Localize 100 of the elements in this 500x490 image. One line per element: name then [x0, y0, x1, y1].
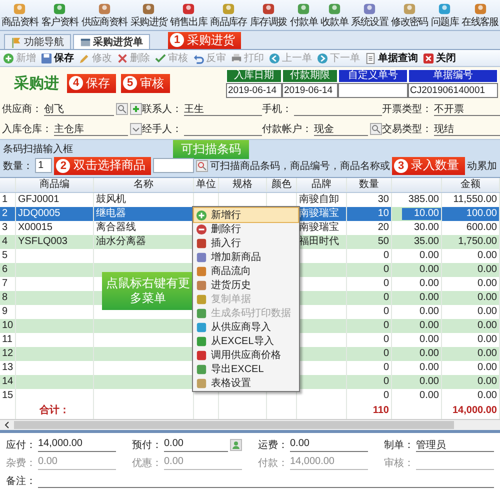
context-menu-item[interactable]: 表格设置	[194, 376, 298, 390]
row-number[interactable]: 6	[0, 263, 16, 277]
check-icon	[155, 52, 166, 64]
row-number[interactable]: 2	[0, 207, 16, 221]
input-field[interactable]: 0.00	[290, 438, 368, 452]
tile-icon	[196, 322, 207, 332]
input-field[interactable]	[338, 82, 408, 98]
menu-bar-item[interactable]: 收款单	[319, 0, 350, 30]
input-field[interactable]: 王生	[184, 102, 262, 116]
context-menu-item[interactable]: 从EXCEL导入	[194, 334, 298, 348]
context-menu-item[interactable]: 新增行	[194, 208, 298, 222]
table-cell: JDQ0005	[16, 207, 94, 221]
tile-icon	[196, 378, 207, 388]
menu-bar-item[interactable]: 商品资料	[0, 0, 40, 30]
field-label: 经手人：	[142, 122, 182, 136]
row-number[interactable]: 15	[0, 389, 16, 403]
context-menu-item[interactable]: 删除行	[194, 222, 298, 236]
input-field[interactable]: 主仓库	[54, 122, 128, 136]
row-number[interactable]: 4	[0, 235, 16, 249]
input-field[interactable]: 0.00	[164, 438, 228, 452]
menu-bar-item[interactable]: 问题库	[429, 0, 460, 30]
section-title: 条码扫描输入框	[3, 142, 73, 156]
menu-bar-item[interactable]: 在线客服	[460, 0, 500, 30]
tile-icon	[196, 294, 207, 304]
toolbar-button[interactable]: 单据查询	[365, 51, 418, 65]
tile-icon	[222, 2, 236, 14]
field-label: 优惠：	[132, 456, 162, 470]
table-cell: 0.00	[442, 375, 500, 389]
callout-text: 审核	[140, 74, 164, 92]
menu-bar-item[interactable]: 修改密码	[390, 0, 430, 30]
menu-bar-item[interactable]: 供应商资料	[80, 0, 129, 30]
tile-icon	[328, 2, 341, 14]
menu-bar-item[interactable]: 库存调拨	[248, 0, 288, 30]
toolbar-button[interactable]: 关闭	[423, 51, 456, 65]
lookup-icon[interactable]	[116, 103, 128, 115]
plus-icon[interactable]	[130, 103, 142, 115]
table-cell: 0.00	[442, 263, 500, 277]
input-field[interactable]: 14,000.00	[38, 438, 116, 452]
price-input[interactable]: 10.00	[402, 208, 441, 220]
cross-icon	[117, 52, 128, 64]
scroll-left-icon[interactable]	[3, 421, 11, 429]
context-menu-item[interactable]: 导出EXCEL	[194, 362, 298, 376]
menu-bar-item[interactable]: 付款单	[288, 0, 319, 30]
tile-icon	[402, 2, 416, 14]
plus-icon	[196, 210, 207, 220]
flag-icon	[11, 36, 22, 48]
input-field[interactable]: 现金	[314, 122, 368, 136]
field-label: 制单：	[384, 438, 414, 452]
tile-icon	[98, 2, 111, 14]
callout-text: 点鼠标右键有更多菜单	[102, 272, 194, 310]
context-menu-item[interactable]: 增加新商品	[194, 250, 298, 264]
context-menu-item[interactable]: 商品流向	[194, 264, 298, 278]
tile-icon	[182, 2, 196, 14]
menu-bar-item[interactable]: 销售出库	[168, 0, 209, 30]
context-menu-item[interactable]: 进货历史	[194, 278, 298, 292]
table-cell: 1,750.00	[442, 235, 500, 249]
person-icon[interactable]	[230, 439, 242, 451]
row-number[interactable]: 10	[0, 319, 16, 333]
column-label: 自定义单号	[338, 68, 408, 82]
row-number[interactable]: 12	[0, 347, 16, 361]
field-label: 运费：	[258, 438, 288, 452]
table-cell: YSFLQ003	[16, 235, 94, 249]
table-cell: 100.00	[442, 207, 500, 221]
context-menu-item[interactable]: 插入行	[194, 236, 298, 250]
column-header: 名称	[94, 178, 194, 192]
hint-text: 可扫描商品条码，商品编号，商品名称或	[210, 160, 390, 172]
input-field[interactable]: CJ201906140001	[408, 82, 498, 98]
table-cell: 50	[347, 235, 392, 249]
search-icon[interactable]	[196, 160, 208, 172]
input-field[interactable]: 创飞	[44, 102, 114, 116]
tab[interactable]: 采购进货单	[73, 34, 150, 49]
field-label: 入库仓库：	[2, 122, 52, 136]
table-cell: 0.00	[442, 319, 500, 333]
context-menu-item[interactable]: 调用供应商价格	[194, 348, 298, 362]
input-field[interactable]: 现结	[434, 122, 500, 136]
quantity-field[interactable]: 1	[35, 158, 52, 173]
column-label: 入库日期	[226, 68, 282, 82]
menu-bar-item[interactable]: 商品库存	[208, 0, 248, 30]
input-field[interactable]: 2019-06-14	[226, 82, 282, 98]
table-cell: 0	[347, 375, 392, 389]
lookup-icon[interactable]	[370, 123, 382, 135]
toolbar-button[interactable]: 保存	[41, 51, 74, 65]
menu-bar-item[interactable]: 客户资料	[40, 0, 80, 30]
input-field[interactable]: 2019-06-14	[282, 82, 338, 98]
table-cell: 0	[347, 347, 392, 361]
menu-bar-item[interactable]: 系统设置	[350, 0, 390, 30]
row-number[interactable]: 14	[0, 375, 16, 389]
table-cell: 0.00	[392, 291, 442, 305]
dropdown-icon[interactable]	[130, 123, 142, 135]
input-field[interactable]: 不开票	[434, 102, 500, 116]
tile-icon	[53, 2, 66, 14]
menu-bar-item[interactable]: 采购进货	[128, 0, 169, 30]
input-field[interactable]: 管理员	[416, 438, 494, 452]
table-cell: 0.00	[392, 263, 442, 277]
tab[interactable]: 功能导航	[4, 34, 71, 49]
context-menu-item[interactable]: 从供应商导入	[194, 320, 298, 334]
row-number[interactable]: 8	[0, 291, 16, 305]
field-label: 应付：	[6, 438, 36, 452]
horizontal-scrollbar[interactable]	[0, 419, 500, 430]
barcode-field[interactable]	[153, 158, 194, 173]
